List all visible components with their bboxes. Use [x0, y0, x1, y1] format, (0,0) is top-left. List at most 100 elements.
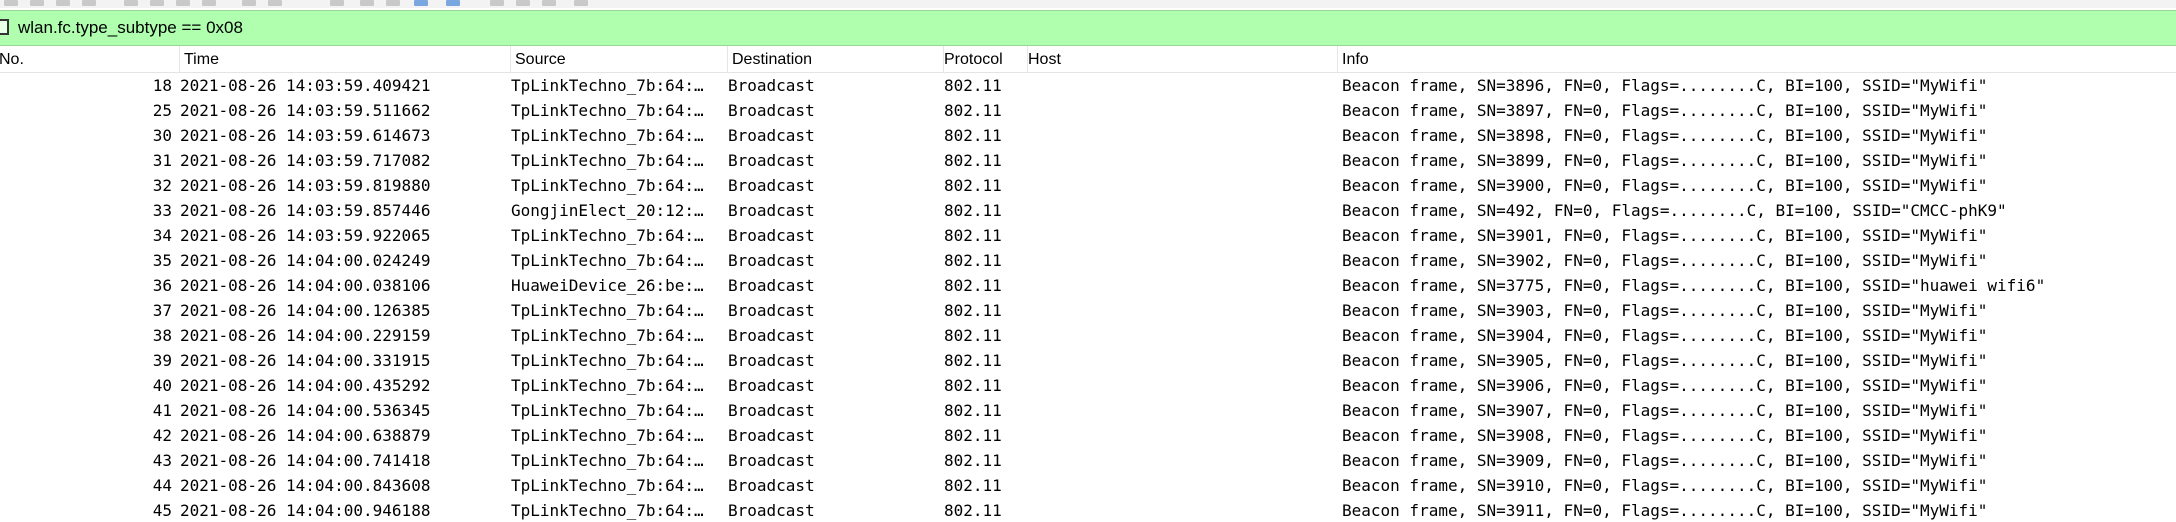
packet-source: TpLinkTechno_7b:64:… — [511, 426, 704, 445]
packet-row[interactable]: 33 2021-08-26 14:03:59.857446 GongjinElect… — [0, 197, 2176, 222]
toolbar-button[interactable] — [516, 0, 530, 6]
packet-row[interactable]: 41 2021-08-26 14:04:00.536345 TpLinkTechno… — [0, 397, 2176, 422]
column-header-host[interactable]: Host — [1024, 46, 1338, 72]
packet-info: Beacon frame, SN=3907, FN=0, Flags=.....… — [1342, 401, 1988, 420]
packet-protocol: 802.11 — [944, 401, 1002, 420]
packet-time: 2021-08-26 14:03:59.717082 — [180, 151, 431, 170]
packet-source: HuaweiDevice_26:be:… — [511, 276, 704, 295]
packet-time: 2021-08-26 14:04:00.536345 — [180, 401, 431, 420]
packet-info: Beacon frame, SN=3903, FN=0, Flags=.....… — [1342, 301, 1988, 320]
packet-row[interactable]: 44 2021-08-26 14:04:00.843608 TpLinkTechno… — [0, 472, 2176, 497]
packet-number: 32 — [152, 176, 172, 195]
packet-host — [1028, 372, 1336, 397]
packet-row[interactable]: 45 2021-08-26 14:04:00.946188 TpLinkTechno… — [0, 497, 2176, 522]
packet-host — [1028, 397, 1336, 422]
packet-info: Beacon frame, SN=492, FN=0, Flags=......… — [1342, 201, 2007, 220]
packet-row[interactable]: 35 2021-08-26 14:04:00.024249 TpLinkTechno… — [0, 247, 2176, 272]
packet-source: TpLinkTechno_7b:64:… — [511, 176, 704, 195]
column-header-time[interactable]: Time — [180, 46, 511, 72]
packet-info: Beacon frame, SN=3904, FN=0, Flags=.....… — [1342, 326, 1988, 345]
column-header-protocol[interactable]: Protocol — [940, 46, 1028, 72]
packet-host — [1028, 272, 1336, 297]
display-filter-input[interactable] — [18, 13, 2118, 43]
packet-list-header: No. Time Source Destination Protocol Hos… — [0, 46, 2176, 73]
packet-row[interactable]: 25 2021-08-26 14:03:59.511662 TpLinkTechno… — [0, 97, 2176, 122]
packet-info: Beacon frame, SN=3902, FN=0, Flags=.....… — [1342, 251, 1988, 270]
packet-row[interactable]: 18 2021-08-26 14:03:59.409421 TpLinkTechno… — [0, 72, 2176, 97]
packet-info: Beacon frame, SN=3896, FN=0, Flags=.....… — [1342, 76, 1988, 95]
packet-protocol: 802.11 — [944, 451, 1002, 470]
packet-number: 33 — [152, 201, 172, 220]
packet-destination: Broadcast — [728, 151, 815, 170]
packet-row[interactable]: 38 2021-08-26 14:04:00.229159 TpLinkTechno… — [0, 322, 2176, 347]
filter-bookmark-icon[interactable] — [0, 19, 9, 35]
toolbar-button[interactable] — [242, 0, 256, 6]
packet-row[interactable]: 43 2021-08-26 14:04:00.741418 TpLinkTechno… — [0, 447, 2176, 472]
toolbar-button[interactable] — [386, 0, 400, 6]
packet-number: 34 — [152, 226, 172, 245]
packet-protocol: 802.11 — [944, 301, 1002, 320]
packet-time: 2021-08-26 14:04:00.946188 — [180, 501, 431, 520]
toolbar-button[interactable] — [360, 0, 374, 6]
column-header-info[interactable]: Info — [1338, 46, 2176, 72]
packet-number: 25 — [152, 101, 172, 120]
packet-row[interactable]: 34 2021-08-26 14:03:59.922065 TpLinkTechno… — [0, 222, 2176, 247]
packet-protocol: 802.11 — [944, 76, 1002, 95]
packet-row[interactable]: 40 2021-08-26 14:04:00.435292 TpLinkTechno… — [0, 372, 2176, 397]
packet-row[interactable]: 36 2021-08-26 14:04:00.038106 HuaweiDevice… — [0, 272, 2176, 297]
column-header-source[interactable]: Source — [511, 46, 728, 72]
packet-destination: Broadcast — [728, 351, 815, 370]
packet-destination: Broadcast — [728, 301, 815, 320]
packet-destination: Broadcast — [728, 276, 815, 295]
packet-source: TpLinkTechno_7b:64:… — [511, 476, 704, 495]
packet-destination: Broadcast — [728, 451, 815, 470]
column-header-no[interactable]: No. — [0, 46, 180, 72]
packet-time: 2021-08-26 14:03:59.511662 — [180, 101, 431, 120]
packet-destination: Broadcast — [728, 426, 815, 445]
main-toolbar — [0, 0, 2176, 8]
packet-host — [1028, 472, 1336, 497]
toolbar-button-active[interactable] — [446, 0, 460, 6]
toolbar-button-active[interactable] — [414, 0, 428, 6]
toolbar-button[interactable] — [4, 0, 18, 6]
toolbar-button[interactable] — [124, 0, 138, 6]
toolbar-button[interactable] — [574, 0, 588, 6]
packet-host — [1028, 222, 1336, 247]
toolbar-button[interactable] — [82, 0, 96, 6]
packet-row[interactable]: 42 2021-08-26 14:04:00.638879 TpLinkTechno… — [0, 422, 2176, 447]
toolbar-button[interactable] — [56, 0, 70, 6]
packet-time: 2021-08-26 14:03:59.614673 — [180, 126, 431, 145]
packet-destination: Broadcast — [728, 401, 815, 420]
packet-source: TpLinkTechno_7b:64:… — [511, 376, 704, 395]
packet-host — [1028, 197, 1336, 222]
packet-host — [1028, 97, 1336, 122]
packet-row[interactable]: 39 2021-08-26 14:04:00.331915 TpLinkTechno… — [0, 347, 2176, 372]
packet-destination: Broadcast — [728, 226, 815, 245]
packet-destination: Broadcast — [728, 501, 815, 520]
packet-time: 2021-08-26 14:04:00.638879 — [180, 426, 431, 445]
packet-row[interactable]: 30 2021-08-26 14:03:59.614673 TpLinkTechno… — [0, 122, 2176, 147]
packet-number: 31 — [152, 151, 172, 170]
toolbar-button[interactable] — [150, 0, 164, 6]
packet-protocol: 802.11 — [944, 276, 1002, 295]
toolbar-button[interactable] — [268, 0, 282, 6]
column-header-destination[interactable]: Destination — [728, 46, 944, 72]
packet-info: Beacon frame, SN=3908, FN=0, Flags=.....… — [1342, 426, 1988, 445]
toolbar-button[interactable] — [202, 0, 216, 6]
packet-host — [1028, 247, 1336, 272]
packet-host — [1028, 497, 1336, 522]
toolbar-button[interactable] — [30, 0, 44, 6]
toolbar-button[interactable] — [176, 0, 190, 6]
toolbar-button[interactable] — [330, 0, 344, 6]
packet-row[interactable]: 37 2021-08-26 14:04:00.126385 TpLinkTechno… — [0, 297, 2176, 322]
toolbar-button[interactable] — [490, 0, 504, 6]
packet-number: 41 — [152, 401, 172, 420]
packet-row[interactable]: 31 2021-08-26 14:03:59.717082 TpLinkTechno… — [0, 147, 2176, 172]
packet-info: Beacon frame, SN=3910, FN=0, Flags=.....… — [1342, 476, 1988, 495]
packet-info: Beacon frame, SN=3899, FN=0, Flags=.....… — [1342, 151, 1988, 170]
packet-source: TpLinkTechno_7b:64:… — [511, 301, 704, 320]
packet-row[interactable]: 32 2021-08-26 14:03:59.819880 TpLinkTechno… — [0, 172, 2176, 197]
packet-destination: Broadcast — [728, 201, 815, 220]
toolbar-button[interactable] — [542, 0, 556, 6]
packet-info: Beacon frame, SN=3775, FN=0, Flags=.....… — [1342, 276, 2046, 295]
